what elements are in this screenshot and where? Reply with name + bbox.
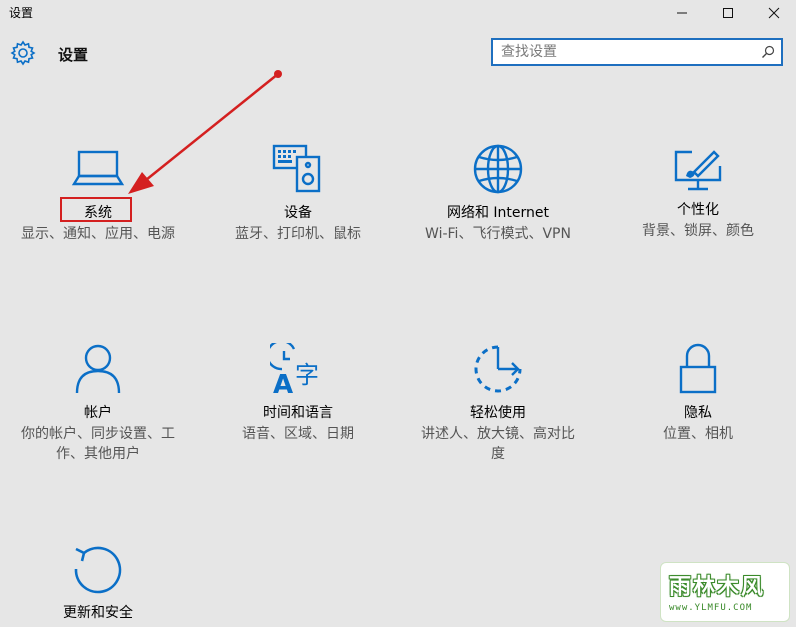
- search-icon[interactable]: [761, 45, 775, 59]
- tile-time-language[interactable]: A 字 时间和语言 语音、区域、日期: [198, 343, 398, 444]
- tile-ease-of-access[interactable]: 轻松使用 讲述人、放大镜、高对比度: [398, 343, 598, 464]
- lock-icon: [679, 343, 717, 394]
- tile-time-language-title: 时间和语言: [263, 405, 333, 421]
- devices-icon: [272, 144, 321, 193]
- search-input[interactable]: [493, 40, 751, 64]
- tile-accounts-title: 帐户: [84, 405, 112, 421]
- tile-accounts[interactable]: 帐户 你的帐户、同步设置、工作、其他用户: [0, 343, 198, 464]
- tile-privacy-desc: 位置、相机: [663, 426, 733, 442]
- tile-privacy-title: 隐私: [684, 405, 712, 421]
- time-language-icon: A 字: [270, 343, 319, 395]
- watermark-logo: 雨林木风 www.YLMFU.COM: [660, 562, 790, 622]
- refresh-icon: [74, 546, 122, 594]
- tile-system-desc: 显示、通知、应用、电源: [21, 226, 175, 242]
- globe-icon: [473, 144, 523, 194]
- tile-ease-of-access-title: 轻松使用: [470, 405, 526, 421]
- tile-network-desc: Wi-Fi、飞行模式、VPN: [425, 226, 571, 242]
- tile-ease-of-access-desc: 讲述人、放大镜、高对比度: [421, 426, 575, 462]
- tile-devices-desc: 蓝牙、打印机、鼠标: [235, 226, 361, 242]
- tile-time-language-desc: 语音、区域、日期: [242, 426, 354, 442]
- highlight-box: [60, 197, 132, 222]
- tile-devices-title: 设备: [284, 205, 312, 221]
- tile-devices[interactable]: 设备 蓝牙、打印机、鼠标: [198, 143, 398, 244]
- minimize-icon: [677, 12, 687, 14]
- watermark-url: www.YLMFU.COM: [669, 603, 753, 613]
- tile-update-security-title: 更新和安全: [63, 605, 133, 621]
- tile-accounts-desc: 你的帐户、同步设置、工作、其他用户: [21, 426, 175, 462]
- watermark-text: 雨林木风: [669, 575, 766, 600]
- page-title: 设置: [58, 46, 89, 64]
- tile-personalization-title: 个性化: [677, 202, 719, 218]
- tile-privacy[interactable]: 隐私 位置、相机: [598, 343, 796, 444]
- svg-text:字: 字: [295, 361, 319, 389]
- maximize-button[interactable]: [705, 0, 751, 26]
- tile-personalization-desc: 背景、锁屏、颜色: [642, 223, 754, 239]
- window-title: 设置: [9, 6, 34, 20]
- tile-system[interactable]: 系统 显示、通知、应用、电源: [0, 148, 198, 244]
- gear-icon: [10, 40, 36, 66]
- person-icon: [75, 344, 121, 394]
- tile-update-security[interactable]: 更新和安全: [0, 543, 198, 622]
- svg-text:A: A: [273, 370, 293, 395]
- ease-of-access-icon: [474, 345, 522, 393]
- personalize-icon: [674, 150, 722, 191]
- close-icon: [768, 7, 780, 19]
- laptop-icon: [71, 150, 125, 186]
- maximize-icon: [723, 8, 733, 18]
- tile-personalization[interactable]: 个性化 背景、锁屏、颜色: [598, 148, 796, 241]
- tile-network-title: 网络和 Internet: [446, 205, 550, 221]
- tile-network[interactable]: 网络和 Internet Wi-Fi、飞行模式、VPN: [398, 143, 598, 244]
- annotation-arrow: [128, 70, 282, 194]
- close-button[interactable]: [751, 0, 796, 26]
- minimize-button[interactable]: [659, 0, 705, 26]
- search-box[interactable]: [491, 38, 783, 66]
